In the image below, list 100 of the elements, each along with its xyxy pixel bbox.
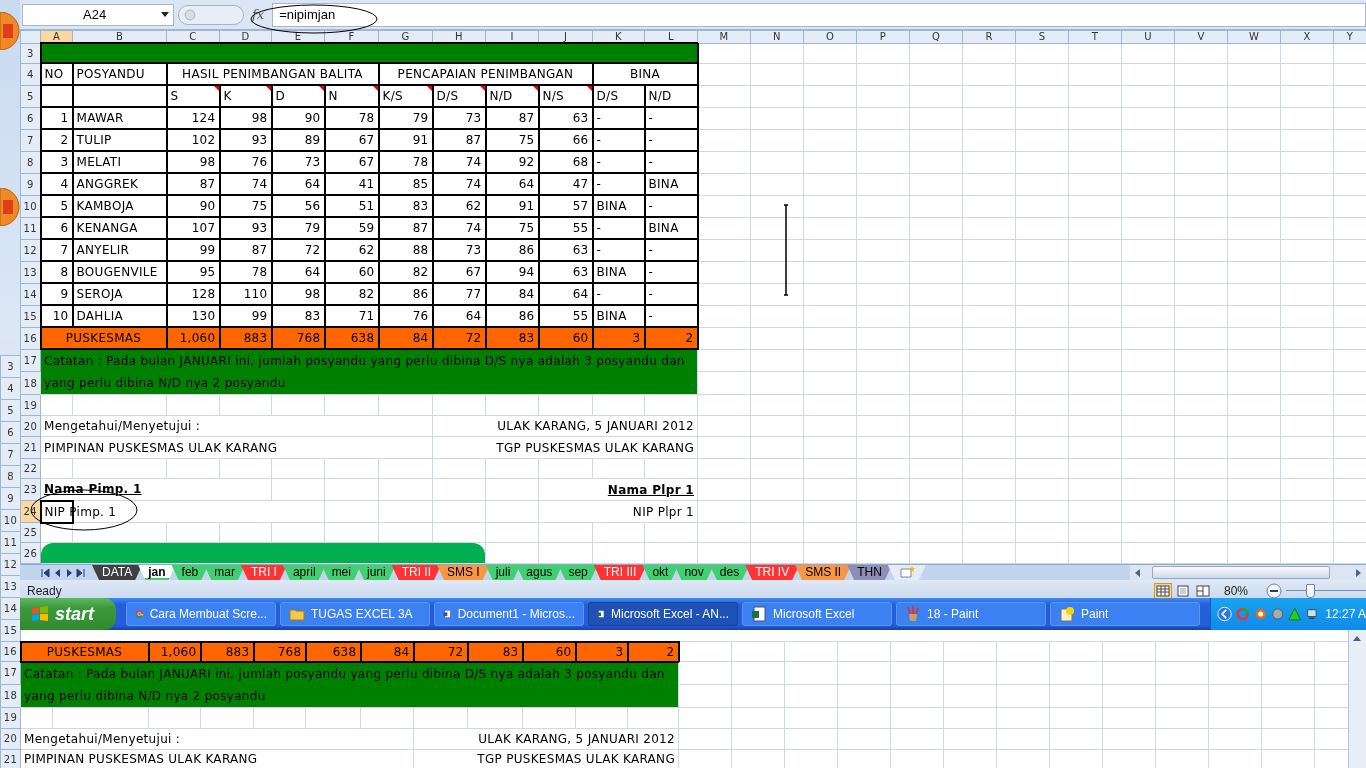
- row-header[interactable]: 13: [0, 575, 21, 598]
- row-header[interactable]: 17: [0, 661, 21, 685]
- taskbar-button[interactable]: 18 - Paint: [896, 602, 1046, 626]
- row-header[interactable]: 6: [0, 421, 21, 444]
- sheet-tab[interactable]: THN: [847, 565, 892, 580]
- sheet-tab[interactable]: sep: [558, 565, 598, 580]
- row-header[interactable]: 5: [0, 399, 21, 422]
- row-header[interactable]: 9: [0, 487, 21, 510]
- taskbar-button[interactable]: Cara Membuat Scre...: [126, 602, 276, 626]
- row-header[interactable]: 19: [20, 394, 41, 416]
- row-header[interactable]: 20: [0, 728, 21, 749]
- row-header[interactable]: 14: [20, 283, 41, 305]
- taskbar-button[interactable]: Paint: [1050, 602, 1200, 626]
- row-header[interactable]: 4: [20, 63, 41, 85]
- row-header[interactable]: 20: [20, 415, 41, 437]
- view-button[interactable]: [1153, 583, 1172, 598]
- row-header[interactable]: 7: [0, 443, 21, 466]
- zoom-out-icon[interactable]: [1266, 583, 1282, 598]
- sheet-tab[interactable]: juli: [485, 565, 521, 580]
- table-cell: -: [592, 217, 645, 239]
- sheet-tab[interactable]: nov: [674, 565, 714, 580]
- column-header[interactable]: Y: [1333, 30, 1366, 43]
- sheet-tab[interactable]: agus: [516, 565, 563, 580]
- sheet-tab[interactable]: april: [282, 565, 326, 580]
- taskbar-button[interactable]: Microsoft Excel: [742, 602, 892, 626]
- column-header[interactable]: X: [1280, 30, 1334, 43]
- row-header[interactable]: 15: [0, 619, 21, 642]
- column-header[interactable]: W: [1227, 30, 1281, 43]
- vertical-scrollbar[interactable]: [1348, 630, 1366, 768]
- start-button[interactable]: start: [20, 598, 116, 630]
- table-cell: KENANGA: [72, 217, 167, 239]
- row-header[interactable]: 16: [0, 641, 21, 662]
- scroll-thumb[interactable]: [1152, 566, 1330, 579]
- network-icon[interactable]: [1305, 606, 1320, 622]
- sheet-tab[interactable]: juni: [356, 565, 396, 580]
- row-header[interactable]: 11: [0, 531, 21, 554]
- splitter-handle-icon[interactable]: [178, 4, 244, 25]
- sheet-tab[interactable]: TRI III: [593, 565, 647, 580]
- row-header[interactable]: 9: [20, 173, 41, 195]
- sheet-tab[interactable]: SMS I: [437, 565, 490, 580]
- sheet-tab[interactable]: jan: [138, 565, 176, 580]
- view-button[interactable]: [1193, 583, 1212, 598]
- row-header[interactable]: 4: [0, 377, 21, 400]
- triangle-icon[interactable]: [1288, 606, 1302, 622]
- column-header[interactable]: T: [1068, 30, 1122, 43]
- row-header[interactable]: 25: [20, 522, 41, 543]
- row-header[interactable]: 8: [0, 465, 21, 488]
- row-header[interactable]: 10: [0, 509, 21, 532]
- row-header[interactable]: 8: [20, 151, 41, 173]
- last-sheet-icon[interactable]: [76, 567, 86, 578]
- sheet-tab[interactable]: mei: [321, 565, 361, 580]
- row-header[interactable]: 19: [0, 707, 21, 728]
- column-header[interactable]: O: [803, 30, 857, 43]
- row-header[interactable]: 5: [20, 85, 41, 107]
- sheet-tab[interactable]: mar: [204, 565, 245, 580]
- name-box[interactable]: A24: [22, 3, 174, 26]
- row-header[interactable]: 23: [20, 478, 41, 501]
- row-header[interactable]: 6: [20, 107, 41, 129]
- column-header[interactable]: S: [1015, 30, 1069, 43]
- right-arrow-icon[interactable]: [1354, 567, 1362, 578]
- next-sheet-icon[interactable]: [64, 567, 74, 578]
- column-header[interactable]: Q: [909, 30, 963, 43]
- zoom-slider[interactable]: [1286, 584, 1366, 598]
- row-header[interactable]: 12: [0, 553, 21, 576]
- taskbar-button[interactable]: Document1 - Micros...: [434, 602, 584, 626]
- column-header[interactable]: U: [1121, 30, 1175, 43]
- taskbar-button[interactable]: Microsoft Excel - AN...: [588, 602, 738, 626]
- sheet-tab[interactable]: TRI I: [240, 565, 287, 580]
- row-header[interactable]: 22: [20, 458, 41, 479]
- row-header[interactable]: 14: [0, 597, 21, 620]
- left-arrow-icon[interactable]: [1134, 567, 1142, 578]
- row-header[interactable]: 13: [20, 261, 41, 283]
- row-header[interactable]: 3: [20, 43, 41, 63]
- horizontal-scrollbar[interactable]: [1130, 565, 1366, 580]
- slider-thumb[interactable]: [1306, 584, 1315, 598]
- row-header[interactable]: 21: [20, 436, 41, 459]
- column-header[interactable]: N: [750, 30, 804, 43]
- row-header[interactable]: 12: [20, 239, 41, 261]
- row-header[interactable]: 7: [20, 129, 41, 151]
- row-header[interactable]: 17: [20, 349, 41, 372]
- sheet-tab[interactable]: okt: [642, 565, 679, 580]
- column-header[interactable]: M: [697, 30, 751, 43]
- row-header[interactable]: 15: [20, 305, 41, 327]
- row-header[interactable]: 10: [20, 195, 41, 217]
- row-header[interactable]: 11: [20, 217, 41, 239]
- row-header[interactable]: 3: [0, 355, 21, 378]
- taskbar-button[interactable]: TUGAS EXCEL 3A: [280, 602, 430, 626]
- column-header[interactable]: R: [962, 30, 1016, 43]
- sheet-tab[interactable]: TRI II: [391, 565, 441, 580]
- dropdown-caret-icon[interactable]: [161, 12, 169, 17]
- status-text: Ready: [27, 584, 62, 598]
- row-header[interactable]: 18: [0, 684, 21, 707]
- row-header[interactable]: 26: [20, 542, 41, 564]
- row-header[interactable]: 18: [20, 371, 41, 395]
- row-header[interactable]: 16: [20, 327, 41, 349]
- formula-field[interactable]: =nipimjan: [272, 2, 1366, 27]
- first-sheet-icon[interactable]: [40, 567, 50, 578]
- column-header[interactable]: V: [1174, 30, 1228, 43]
- ring-icon[interactable]: [1253, 606, 1267, 622]
- column-header[interactable]: P: [856, 30, 910, 43]
